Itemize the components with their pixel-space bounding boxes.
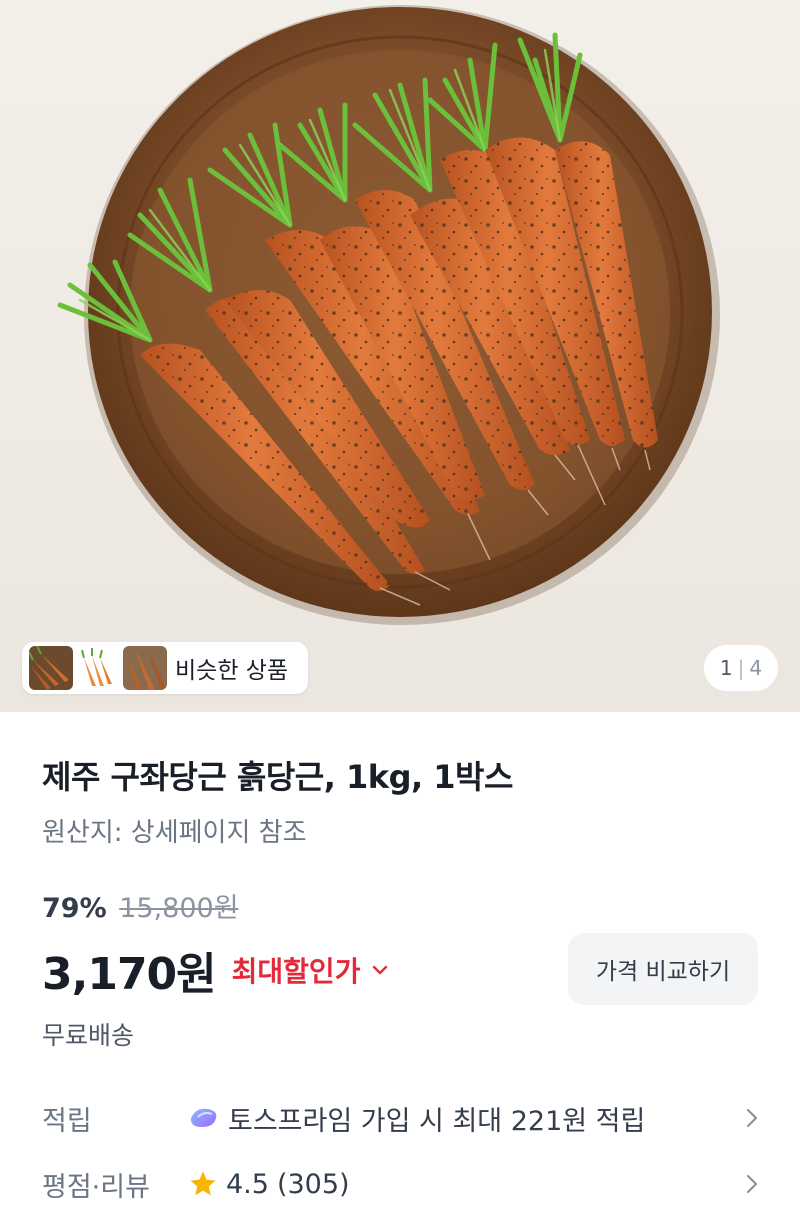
page-current: 1 [719,656,733,680]
similar-products-button[interactable]: 비슷한 상품 [22,642,308,694]
toss-prime-icon [190,1108,217,1127]
carrot-thumbnail-3-icon [123,646,167,690]
sale-price: 3,170원 [42,949,217,1000]
review-count: (305) [276,1168,350,1200]
product-image-gallery[interactable]: 비슷한 상품 1 | 4 [0,0,800,712]
page-separator: | [737,656,745,680]
chevron-right-icon [738,1108,758,1128]
reward-points-text: 토스프라임 가입 시 최대 221원 적립 [228,1105,646,1137]
similar-product-thumbnail [29,646,73,690]
rating-review-key: 평점·리뷰 [42,1171,150,1203]
carrot-plate-photo [57,5,720,625]
rating-value: 4.5 [226,1168,269,1200]
star-icon [190,1171,216,1196]
reward-points-row[interactable]: 적립 토스프라임 가입 시 최대 221원 적립 [42,1096,758,1140]
discount-row: 79% 15,800원 [42,886,239,925]
chevron-right-icon [738,1174,758,1194]
similar-product-thumbnail [76,646,120,690]
rating-review-value: 4.5 (305) [188,1169,738,1200]
price-compare-button[interactable]: 가격 비교하기 [568,933,758,1005]
carrot-thumbnail-2-icon [76,646,120,690]
similar-products-label: 비슷한 상품 [175,658,289,684]
original-price: 15,800원 [119,893,239,924]
reward-points-value: 토스프라임 가입 시 최대 221원 적립 [188,1099,738,1138]
similar-product-thumbnail [123,646,167,690]
rating-review-row[interactable]: 평점·리뷰 4.5 (305) [42,1162,758,1206]
reward-points-key: 적립 [42,1105,92,1137]
page-total: 4 [749,656,763,680]
carrot-thumbnail-1-icon [29,646,73,690]
max-discount-label: 최대할인가 [231,955,361,988]
product-title: 제주 구좌당근 흙당근, 1kg, 1박스 [42,758,513,796]
chevron-down-icon [373,965,388,975]
image-page-indicator: 1 | 4 [704,645,778,691]
price-row: 3,170원 최대할인가 [42,938,388,1002]
shipping-info: 무료배송 [42,1021,135,1050]
discount-rate: 79% [42,893,107,924]
max-discount-dropdown[interactable]: 최대할인가 [232,950,389,990]
product-origin: 원산지: 상세페이지 참조 [42,818,307,848]
